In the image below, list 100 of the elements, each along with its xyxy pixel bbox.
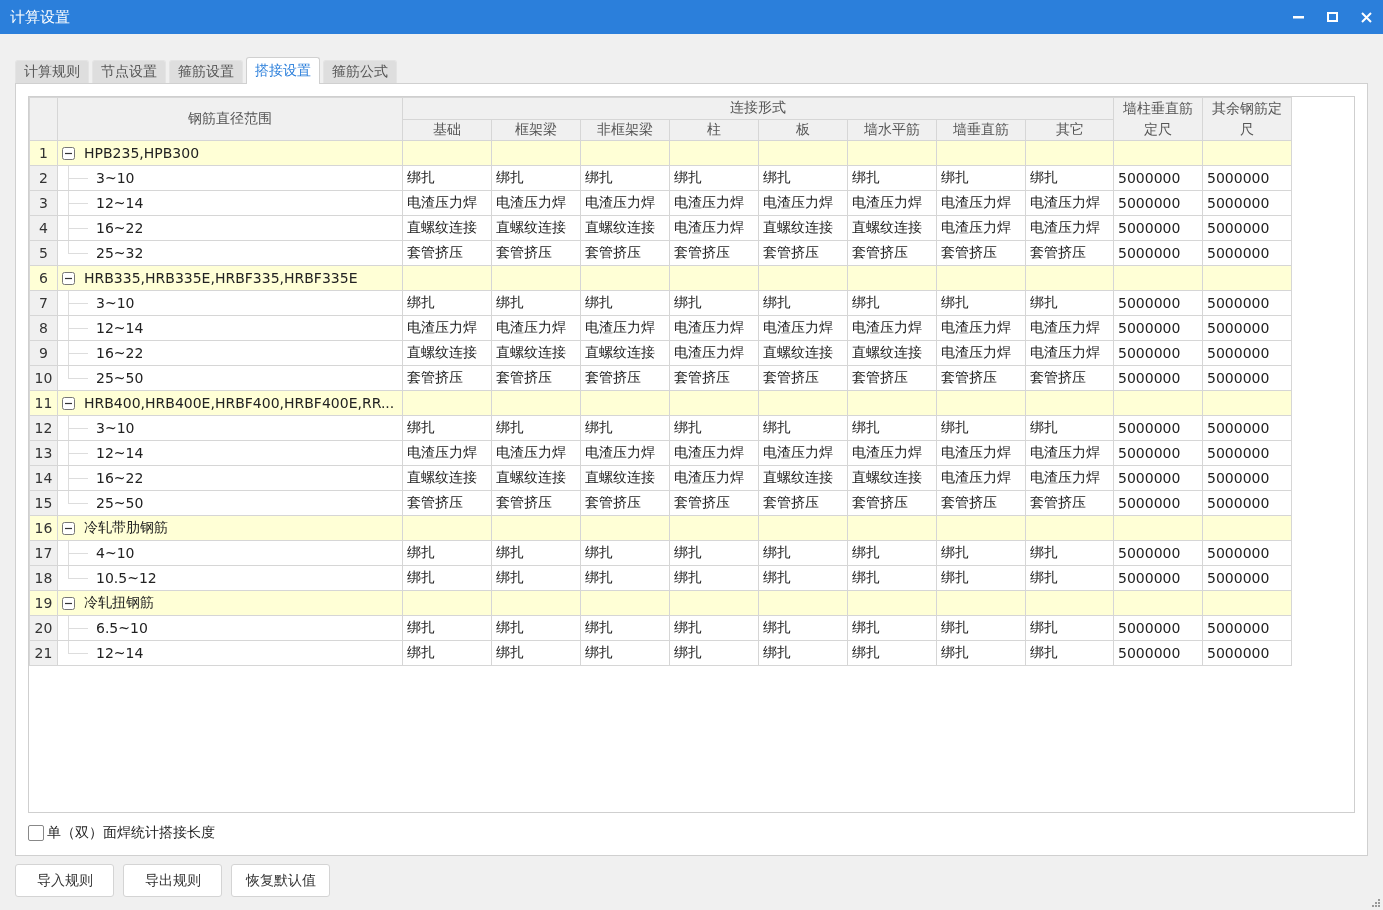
table-cell: 5000000 <box>1202 440 1292 466</box>
row-number: 8 <box>29 315 58 341</box>
table-cell: 套管挤压 <box>491 365 581 391</box>
row-number: 2 <box>29 165 58 191</box>
action-button[interactable]: 恢复默认值 <box>231 864 330 897</box>
table-cell: 绑扎 <box>1025 615 1114 641</box>
tab[interactable]: 节点设置 <box>92 60 166 83</box>
table-cell: 套管挤压 <box>758 240 848 266</box>
row-number: 11 <box>29 390 58 416</box>
tab[interactable]: 箍筋设置 <box>169 60 243 83</box>
table-cell: 5000000 <box>1113 615 1203 641</box>
table-cell: 套管挤压 <box>402 365 492 391</box>
table-cell: 5000000 <box>1202 615 1292 641</box>
range-label: 16~22 <box>96 470 144 486</box>
table-cell: 5000000 <box>1202 415 1292 441</box>
table-cell: 电渣压力焊 <box>669 465 759 491</box>
table-cell: 5000000 <box>1113 415 1203 441</box>
table-cell: 绑扎 <box>580 565 670 591</box>
table-cell: 绑扎 <box>580 290 670 316</box>
window-title: 计算设置 <box>10 7 71 27</box>
table-cell: 5000000 <box>1113 340 1203 366</box>
table-cell: 绑扎 <box>491 640 581 666</box>
table-cell: 套管挤压 <box>758 365 848 391</box>
group-label: 冷轧带肋钢筋 <box>84 519 168 535</box>
tab[interactable]: 搭接设置 <box>246 57 320 84</box>
table-cell: 直螺纹连接 <box>847 465 937 491</box>
table-cell: 绑扎 <box>669 565 759 591</box>
minimize-icon <box>1292 15 1304 19</box>
table-cell: 5000000 <box>1202 190 1292 216</box>
table-cell: 电渣压力焊 <box>847 190 937 216</box>
table-cell: 绑扎 <box>847 290 937 316</box>
range-label: 4~10 <box>96 545 135 561</box>
table-cell: 5000000 <box>1202 465 1292 491</box>
column-header: 其余钢筋定尺 <box>1202 97 1292 141</box>
table-cell: 电渣压力焊 <box>936 465 1026 491</box>
table-cell: 5000000 <box>1113 315 1203 341</box>
table-cell: 套管挤压 <box>936 490 1026 516</box>
table-cell: 绑扎 <box>758 615 848 641</box>
range-label: 25~50 <box>96 495 144 511</box>
table-cell: 直螺纹连接 <box>847 340 937 366</box>
checkbox[interactable] <box>28 825 44 841</box>
table-cell: 绑扎 <box>758 640 848 666</box>
table-cell: 5000000 <box>1202 215 1292 241</box>
collapse-icon[interactable] <box>62 597 75 610</box>
collapse-icon[interactable] <box>62 522 75 535</box>
collapse-icon[interactable] <box>62 397 75 410</box>
table-cell: 套管挤压 <box>1025 490 1114 516</box>
table-cell: 绑扎 <box>491 565 581 591</box>
action-button[interactable]: 导入规则 <box>15 864 114 897</box>
table-cell: 绑扎 <box>669 615 759 641</box>
close-icon <box>1360 11 1372 23</box>
tab[interactable]: 计算规则 <box>15 60 89 83</box>
table-cell: 绑扎 <box>491 540 581 566</box>
table-cell: 绑扎 <box>847 565 937 591</box>
table-cell: 绑扎 <box>669 415 759 441</box>
table-cell: 套管挤压 <box>758 490 848 516</box>
table-cell: 5000000 <box>1113 165 1203 191</box>
resize-grip-icon[interactable] <box>1371 898 1380 907</box>
table-cell: 绑扎 <box>758 415 848 441</box>
table-cell: 电渣压力焊 <box>491 315 581 341</box>
table-cell: 套管挤压 <box>491 240 581 266</box>
row-number: 1 <box>29 140 58 166</box>
row-number: 10 <box>29 365 58 391</box>
range-label: 12~14 <box>96 195 144 211</box>
table-cell: 绑扎 <box>402 565 492 591</box>
table-cell: 绑扎 <box>758 165 848 191</box>
table-cell: 套管挤压 <box>402 240 492 266</box>
table-cell: 套管挤压 <box>580 365 670 391</box>
table-cell: 电渣压力焊 <box>402 315 492 341</box>
table-cell: 绑扎 <box>1025 165 1114 191</box>
table-cell: 5000000 <box>1113 490 1203 516</box>
table-cell: 电渣压力焊 <box>1025 315 1114 341</box>
collapse-icon[interactable] <box>62 272 75 285</box>
table-cell: 绑扎 <box>669 540 759 566</box>
collapse-icon[interactable] <box>62 147 75 160</box>
tab[interactable]: 箍筋公式 <box>323 60 397 83</box>
table-cell: 绑扎 <box>402 540 492 566</box>
table-cell: 绑扎 <box>1025 290 1114 316</box>
table-cell: 直螺纹连接 <box>758 215 848 241</box>
table-cell: 绑扎 <box>491 165 581 191</box>
row-number: 20 <box>29 615 58 641</box>
action-button[interactable]: 导出规则 <box>123 864 222 897</box>
table-cell: 直螺纹连接 <box>402 340 492 366</box>
row-number: 16 <box>29 515 58 541</box>
table-cell: 电渣压力焊 <box>758 440 848 466</box>
group-label: HRB335,HRB335E,HRBF335,HRBF335E <box>84 270 358 286</box>
table-cell: 电渣压力焊 <box>758 190 848 216</box>
column-header: 墙柱垂直筋定尺 <box>1113 97 1203 141</box>
table-cell: 绑扎 <box>936 565 1026 591</box>
table-cell: 绑扎 <box>847 415 937 441</box>
table-cell: 绑扎 <box>402 640 492 666</box>
row-number: 15 <box>29 490 58 516</box>
table-cell: 5000000 <box>1202 540 1292 566</box>
checkbox-label[interactable]: 单（双）面焊统计搭接长度 <box>47 824 215 842</box>
table-cell: 5000000 <box>1113 540 1203 566</box>
table-cell: 套管挤压 <box>1025 240 1114 266</box>
table-cell: 绑扎 <box>1025 565 1114 591</box>
table-cell: 5000000 <box>1113 190 1203 216</box>
table-cell: 5000000 <box>1113 565 1203 591</box>
range-label: 12~14 <box>96 445 144 461</box>
